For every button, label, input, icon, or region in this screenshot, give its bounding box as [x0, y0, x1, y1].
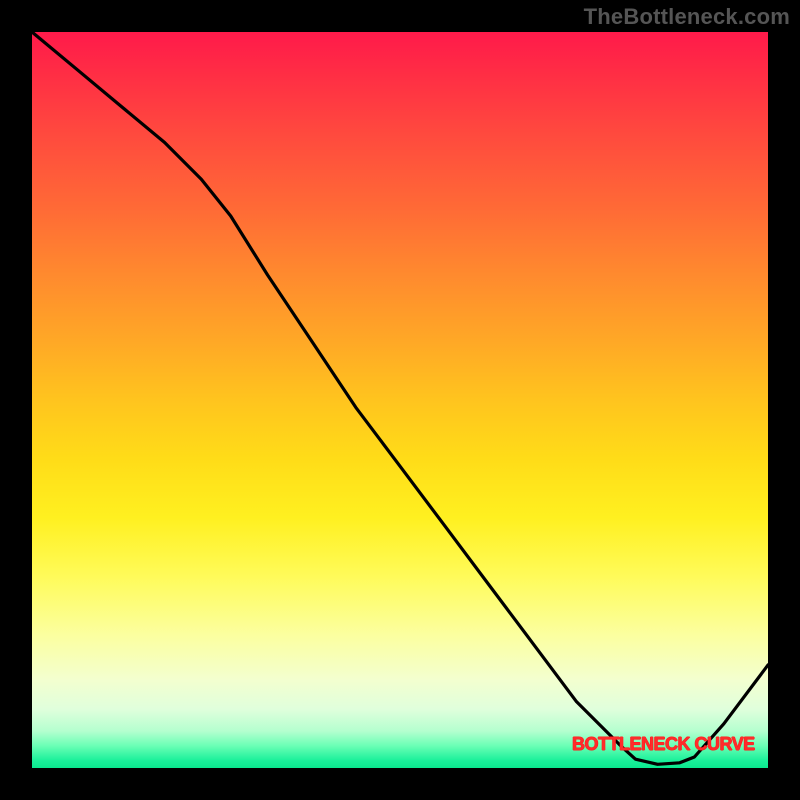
bottleneck-curve [32, 32, 768, 768]
curve-label: BOTTLENECK CURVE [572, 734, 755, 755]
chart-canvas: TheBottleneck.com BOTTLENECK CURVE [0, 0, 800, 800]
plot-area: BOTTLENECK CURVE [32, 32, 768, 768]
watermark-text: TheBottleneck.com [584, 4, 790, 30]
